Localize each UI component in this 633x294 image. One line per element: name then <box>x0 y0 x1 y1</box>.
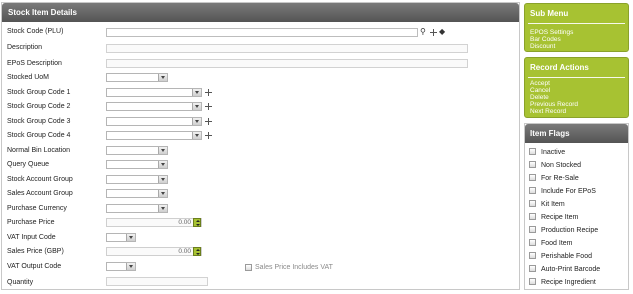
group-code-3-label: Stock Group Code 3 <box>7 118 71 125</box>
flag-checkbox[interactable] <box>529 187 536 194</box>
add-group-4-icon[interactable] <box>205 132 212 139</box>
item-flags-header: Item Flags <box>525 124 628 143</box>
flag-checkbox[interactable] <box>529 200 536 207</box>
group-code-2-label: Stock Group Code 2 <box>7 103 71 110</box>
sales-price-includes-vat-label: Sales Price Includes VAT <box>255 264 333 271</box>
epos-description-label: EPoS Description <box>7 60 62 67</box>
group-code-3-select[interactable] <box>106 117 202 126</box>
flag-label: Non Stocked <box>541 162 582 169</box>
flag-label: Perishable Food <box>541 253 592 260</box>
action-previous-record[interactable]: Previous Record <box>530 101 578 108</box>
vat-output-label: VAT Output Code <box>7 263 62 270</box>
add-group-3-icon[interactable] <box>205 118 212 125</box>
item-flags-title: Item Flags <box>530 129 570 138</box>
submenu-epos-settings[interactable]: EPOS Settings <box>530 29 573 36</box>
group-code-4-label: Stock Group Code 4 <box>7 132 71 139</box>
stocked-uom-select[interactable] <box>106 73 168 82</box>
flag-checkbox[interactable] <box>529 265 536 272</box>
flag-checkbox[interactable] <box>529 252 536 259</box>
description-label: Description <box>7 44 43 51</box>
record-actions-panel: Record Actions Accept Cancel Delete Prev… <box>524 57 629 118</box>
vat-input-label: VAT Input Code <box>7 234 56 241</box>
flag-checkbox[interactable] <box>529 148 536 155</box>
stock-item-details-panel: Stock Item Details Stock Code (PLU) ⚲ ◆ … <box>1 2 520 290</box>
panel-title: Stock Item Details <box>8 8 77 17</box>
sales-price-stepper[interactable] <box>193 247 201 256</box>
flag-checkbox[interactable] <box>529 213 536 220</box>
sales-price-value: 0.00 <box>178 248 191 255</box>
purchase-currency-select[interactable] <box>106 204 168 213</box>
action-next-record[interactable]: Next Record <box>530 108 566 115</box>
flag-label: Kit Item <box>541 201 565 208</box>
sales-price-label: Sales Price (GBP) <box>7 248 64 255</box>
flag-checkbox[interactable] <box>529 226 536 233</box>
vat-input-select[interactable] <box>106 233 136 242</box>
record-actions-title: Record Actions <box>530 63 589 72</box>
flag-label: Production Recipe <box>541 227 599 234</box>
quantity-input[interactable] <box>106 277 208 286</box>
add-group-2-icon[interactable] <box>205 103 212 110</box>
search-icon[interactable]: ⚲ <box>420 28 426 36</box>
action-accept[interactable]: Accept <box>530 80 550 87</box>
flag-label: Include For EPoS <box>541 188 596 195</box>
sales-account-select[interactable] <box>106 189 168 198</box>
flag-label: Food Item <box>541 240 573 247</box>
sales-price-input[interactable]: 0.00 <box>106 247 202 256</box>
stock-code-input[interactable] <box>106 28 418 37</box>
item-flags-panel: Item Flags Inactive Non Stocked For Re-S… <box>524 123 629 290</box>
purchase-price-stepper[interactable] <box>193 218 201 227</box>
quantity-label: Quantity <box>7 279 34 286</box>
flag-label: Recipe Item <box>541 214 579 221</box>
panel-header: Stock Item Details <box>2 3 519 22</box>
group-code-4-select[interactable] <box>106 131 202 140</box>
flag-label: Auto-Print Barcode <box>541 266 601 273</box>
flag-label: Recipe Ingredient <box>541 279 596 286</box>
flag-checkbox[interactable] <box>529 161 536 168</box>
stock-account-label: Stock Account Group <box>7 176 73 183</box>
flag-checkbox[interactable] <box>529 174 536 181</box>
vat-output-select[interactable] <box>106 262 136 271</box>
query-queue-label: Query Queue <box>7 161 50 168</box>
group-code-2-select[interactable] <box>106 102 202 111</box>
sales-price-includes-vat-checkbox[interactable] <box>245 264 252 271</box>
purchase-price-value: 0.00 <box>178 219 191 226</box>
query-queue-select[interactable] <box>106 160 168 169</box>
sub-menu-panel: Sub Menu EPOS Settings Bar Codes Discoun… <box>524 3 629 52</box>
flag-label: For Re-Sale <box>541 175 579 182</box>
add-group-1-icon[interactable] <box>205 89 212 96</box>
epos-description-input[interactable] <box>106 59 468 68</box>
action-delete[interactable]: Delete <box>530 94 549 101</box>
stock-account-select[interactable] <box>106 175 168 184</box>
normal-bin-select[interactable] <box>106 146 168 155</box>
description-input[interactable] <box>106 44 468 53</box>
flag-label: Inactive <box>541 149 566 156</box>
add-icon[interactable] <box>430 29 437 36</box>
group-code-1-label: Stock Group Code 1 <box>7 89 71 96</box>
purchase-price-label: Purchase Price <box>7 219 55 226</box>
normal-bin-label: Normal Bin Location <box>7 147 71 154</box>
purchase-currency-label: Purchase Currency <box>7 205 67 212</box>
submenu-bar-codes[interactable]: Bar Codes <box>530 36 561 43</box>
diamond-icon[interactable]: ◆ <box>439 28 445 36</box>
sales-account-label: Sales Account Group <box>7 190 73 197</box>
stock-code-label: Stock Code (PLU) <box>7 28 64 35</box>
group-code-1-select[interactable] <box>106 88 202 97</box>
submenu-discount[interactable]: Discount <box>530 43 555 50</box>
flag-checkbox[interactable] <box>529 278 536 285</box>
purchase-price-input[interactable]: 0.00 <box>106 218 202 227</box>
stocked-uom-label: Stocked UoM <box>7 74 50 81</box>
flag-checkbox[interactable] <box>529 239 536 246</box>
sub-menu-title: Sub Menu <box>530 9 569 18</box>
action-cancel[interactable]: Cancel <box>530 87 550 94</box>
